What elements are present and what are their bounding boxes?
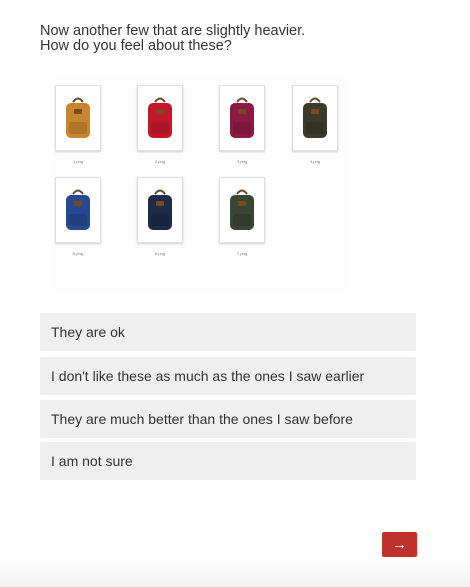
backpack-image-5	[55, 177, 101, 243]
image-caption: 2.png	[154, 159, 165, 164]
backpack-image-2	[137, 85, 183, 151]
gallery-item-3[interactable]: 3.png	[219, 85, 265, 164]
next-button[interactable]: →	[382, 532, 417, 557]
gallery-item-5[interactable]: 5.png	[55, 177, 101, 256]
image-caption: 7.png	[236, 251, 247, 256]
gallery-item-6[interactable]: 6.png	[137, 177, 183, 256]
backpack-image-6	[137, 177, 183, 243]
backpack-image-7	[219, 177, 265, 243]
question-line-2: How do you feel about these?	[40, 38, 232, 54]
gallery-item-4[interactable]: 4.png	[292, 85, 338, 164]
question-line-1: Now another few that are slightly heavie…	[40, 23, 306, 39]
backpack-image-4	[292, 85, 338, 151]
answer-option-4[interactable]: I am not sure	[40, 442, 416, 480]
image-caption: 3.png	[236, 159, 247, 164]
backpack-image-1	[55, 85, 101, 151]
gallery-item-1[interactable]: 1.png	[55, 85, 101, 164]
image-caption: 1.png	[72, 159, 83, 164]
answer-option-2[interactable]: I don't like these as much as the ones I…	[40, 357, 416, 395]
backpack-image-3	[219, 85, 265, 151]
image-gallery: 1.png 2.png 3.png 4.png 5.png 6.png 7.pn…	[52, 76, 348, 291]
image-caption: 6.png	[154, 251, 165, 256]
gallery-item-2[interactable]: 2.png	[137, 85, 183, 164]
gallery-item-7[interactable]: 7.png	[219, 177, 265, 256]
question-text: Now another few that are slightly heavie…	[40, 24, 440, 54]
footer-bar	[0, 557, 470, 587]
image-caption: 4.png	[309, 159, 320, 164]
answer-option-1[interactable]: They are ok	[40, 313, 416, 351]
answer-option-3[interactable]: They are much better than the ones I saw…	[40, 400, 416, 438]
image-caption: 5.png	[72, 251, 83, 256]
arrow-right-icon: →	[392, 536, 407, 553]
